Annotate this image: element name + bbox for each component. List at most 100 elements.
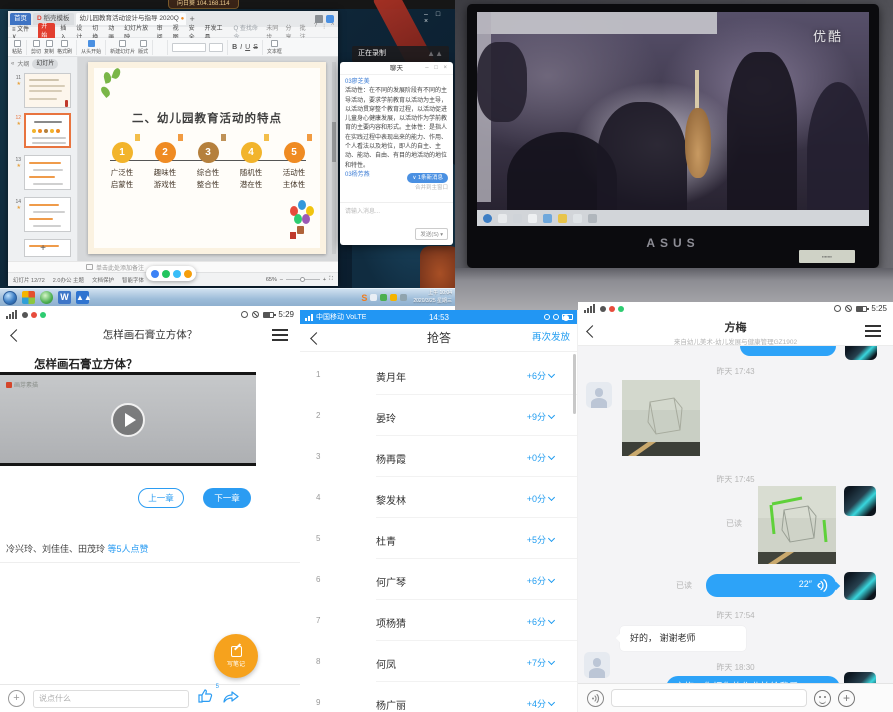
hamburger-menu-icon[interactable] — [865, 330, 881, 332]
cut-button[interactable]: 剪切 — [31, 40, 41, 55]
share-button[interactable] — [222, 689, 241, 709]
text-message-bubble[interactable]: 好的， 谢谢老师 — [620, 626, 746, 651]
quiz-row[interactable]: 1黄月年+6分 — [300, 354, 578, 395]
slide-thumbnail-14[interactable] — [24, 197, 71, 232]
recording-label: 正在录制 — [358, 46, 386, 62]
smart-font[interactable]: 智能字体 — [122, 276, 144, 284]
quiz-row[interactable]: 8何凤+7分 — [300, 641, 578, 682]
share-icon-green[interactable] — [162, 270, 170, 278]
share-icon-lightblue[interactable] — [173, 270, 181, 278]
quiz-row[interactable]: 4黎发林+0分 — [300, 477, 578, 518]
slide-scrollbar[interactable] — [332, 62, 336, 254]
notification-icon — [31, 312, 37, 318]
message-input[interactable] — [611, 689, 807, 707]
chat-window-controls[interactable]: – □ × — [425, 62, 449, 75]
format-painter-button[interactable]: 格式刷 — [57, 40, 72, 55]
theme-name[interactable]: 2.0办公 主题 — [53, 276, 84, 284]
slide-thumbnail-13[interactable] — [24, 155, 71, 190]
add-slide-button[interactable]: + — [8, 243, 78, 254]
add-icon[interactable]: + — [8, 690, 25, 707]
comment-input[interactable] — [33, 690, 189, 708]
like-button[interactable]: 5 — [197, 688, 214, 709]
copy-button[interactable]: 复制 — [44, 40, 54, 55]
slide-thumbnail-12-selected[interactable] — [24, 113, 71, 148]
write-note-fab[interactable]: 写笔记 — [214, 634, 258, 678]
tray-icon[interactable] — [390, 294, 397, 301]
voice-message-bubble[interactable]: 22″ — [706, 574, 836, 597]
tray-icon[interactable] — [400, 294, 407, 301]
sogou-tray-icon[interactable]: S — [361, 293, 367, 303]
quiz-row[interactable]: 7项杨猜+6分 — [300, 600, 578, 641]
avatar[interactable] — [844, 572, 876, 600]
zoom-in-button[interactable]: + — [323, 277, 326, 283]
font-name-box[interactable] — [172, 43, 206, 52]
photo-message-cube[interactable] — [622, 380, 700, 456]
tray-icon[interactable] — [380, 294, 387, 301]
avatar[interactable] — [586, 382, 612, 408]
quiz-row[interactable]: 9杨广丽+4分 — [300, 682, 578, 712]
layout-button[interactable]: 版式 — [138, 40, 148, 55]
share-icon-yellow[interactable] — [184, 270, 192, 278]
panel-collapse-icon[interactable]: « — [11, 61, 14, 67]
next-chapter-button[interactable]: 下一章 — [203, 488, 251, 508]
taskbar-clock[interactable]: 上午 10:042020/3/25 星期三 — [413, 290, 452, 305]
taskbar-app-icon[interactable] — [22, 291, 35, 304]
wps-icon[interactable]: ▲▲ — [76, 291, 89, 304]
underline-button[interactable]: U — [245, 44, 250, 51]
share-icon-blue[interactable] — [151, 270, 159, 278]
textbox-button[interactable]: 文本框 — [267, 40, 282, 55]
paste-button[interactable]: 粘贴 — [12, 40, 22, 55]
tab-slides[interactable]: 幻灯片 — [32, 59, 58, 69]
new-slide-button[interactable]: 新建幻灯片 — [110, 40, 135, 55]
attach-plus-icon[interactable]: + — [838, 690, 855, 707]
tab-outline[interactable]: 大纲 — [17, 59, 29, 68]
start-button[interactable] — [3, 291, 17, 305]
background-window-controls[interactable]: – □ × — [424, 11, 455, 25]
chat-sender-link[interactable]: 03杨芳燕 — [345, 172, 370, 178]
play-from-start-button[interactable]: 从头开始 — [81, 40, 101, 55]
send-button[interactable]: 发送(S) ▾ — [415, 228, 448, 240]
slide-canvas[interactable]: 二、幼儿园教育活动的特点 A1 广泛性启蒙性 B2 趣味性游戏性 C3 综合 — [88, 62, 326, 254]
screen-taskbar — [477, 210, 869, 226]
play-button[interactable] — [111, 403, 145, 437]
likes-more-link[interactable]: 等5人点赞 — [108, 544, 149, 554]
tray-icon[interactable] — [370, 294, 377, 301]
scrollbar-thumb[interactable] — [573, 354, 576, 414]
quiz-row[interactable]: 2晏玲+9分 — [300, 395, 578, 436]
new-message-button[interactable]: ∨ 1条新消息 — [407, 173, 448, 184]
doc-protect[interactable]: 文档保护 — [92, 276, 114, 284]
word-icon[interactable]: W — [58, 291, 71, 304]
fullscreen-icon[interactable]: ⛶ — [329, 276, 333, 283]
chat-sender-link[interactable]: 03廖芝美 — [345, 78, 448, 87]
zoom-slider[interactable] — [286, 279, 320, 280]
timeline-item-4: D4 随机性潜在性 — [231, 142, 271, 191]
emoji-icon[interactable] — [814, 690, 831, 707]
account-avatar[interactable] — [326, 15, 334, 23]
font-size-box[interactable] — [209, 43, 223, 52]
reissue-button[interactable]: 再次发放 — [532, 324, 570, 352]
slide-thumbnail-11[interactable] — [24, 73, 71, 108]
bold-button[interactable]: B — [232, 44, 237, 51]
previous-chapter-button[interactable]: 上一章 — [138, 488, 184, 508]
quiz-row[interactable]: 5杜青+5分 — [300, 518, 578, 559]
nav-title: 怎样画石膏立方体？ — [0, 322, 300, 348]
merge-window-link[interactable]: 合并到主窗口 — [345, 184, 448, 193]
expand-chevron-icon — [548, 576, 555, 583]
text-message-bubble[interactable]: 方梅，你把你的作业拍给我看 — [666, 676, 840, 683]
apps-icon[interactable] — [315, 15, 323, 23]
hamburger-menu-icon[interactable] — [272, 334, 288, 336]
video-player[interactable]: 画芽素描 — [0, 372, 256, 466]
italic-button[interactable]: I — [240, 44, 242, 51]
zoom-out-button[interactable]: – — [280, 277, 283, 283]
floating-share-toolbar[interactable] — [146, 266, 196, 281]
likes-row[interactable]: 冷兴玲、刘佳佳、田茂玲 等5人点赞 — [6, 542, 149, 555]
avatar[interactable] — [844, 486, 876, 516]
quiz-row[interactable]: 6何广琴+6分 — [300, 559, 578, 600]
chat-input-placeholder[interactable]: 请输入消息... — [340, 202, 453, 218]
browser-icon[interactable] — [40, 291, 53, 304]
photo-message-cube-marked[interactable] — [758, 486, 836, 564]
strike-button[interactable]: S — [253, 44, 258, 51]
voice-input-icon[interactable] — [587, 690, 604, 707]
quiz-row[interactable]: 3杨再霞+0分 — [300, 436, 578, 477]
avatar[interactable] — [844, 672, 876, 683]
